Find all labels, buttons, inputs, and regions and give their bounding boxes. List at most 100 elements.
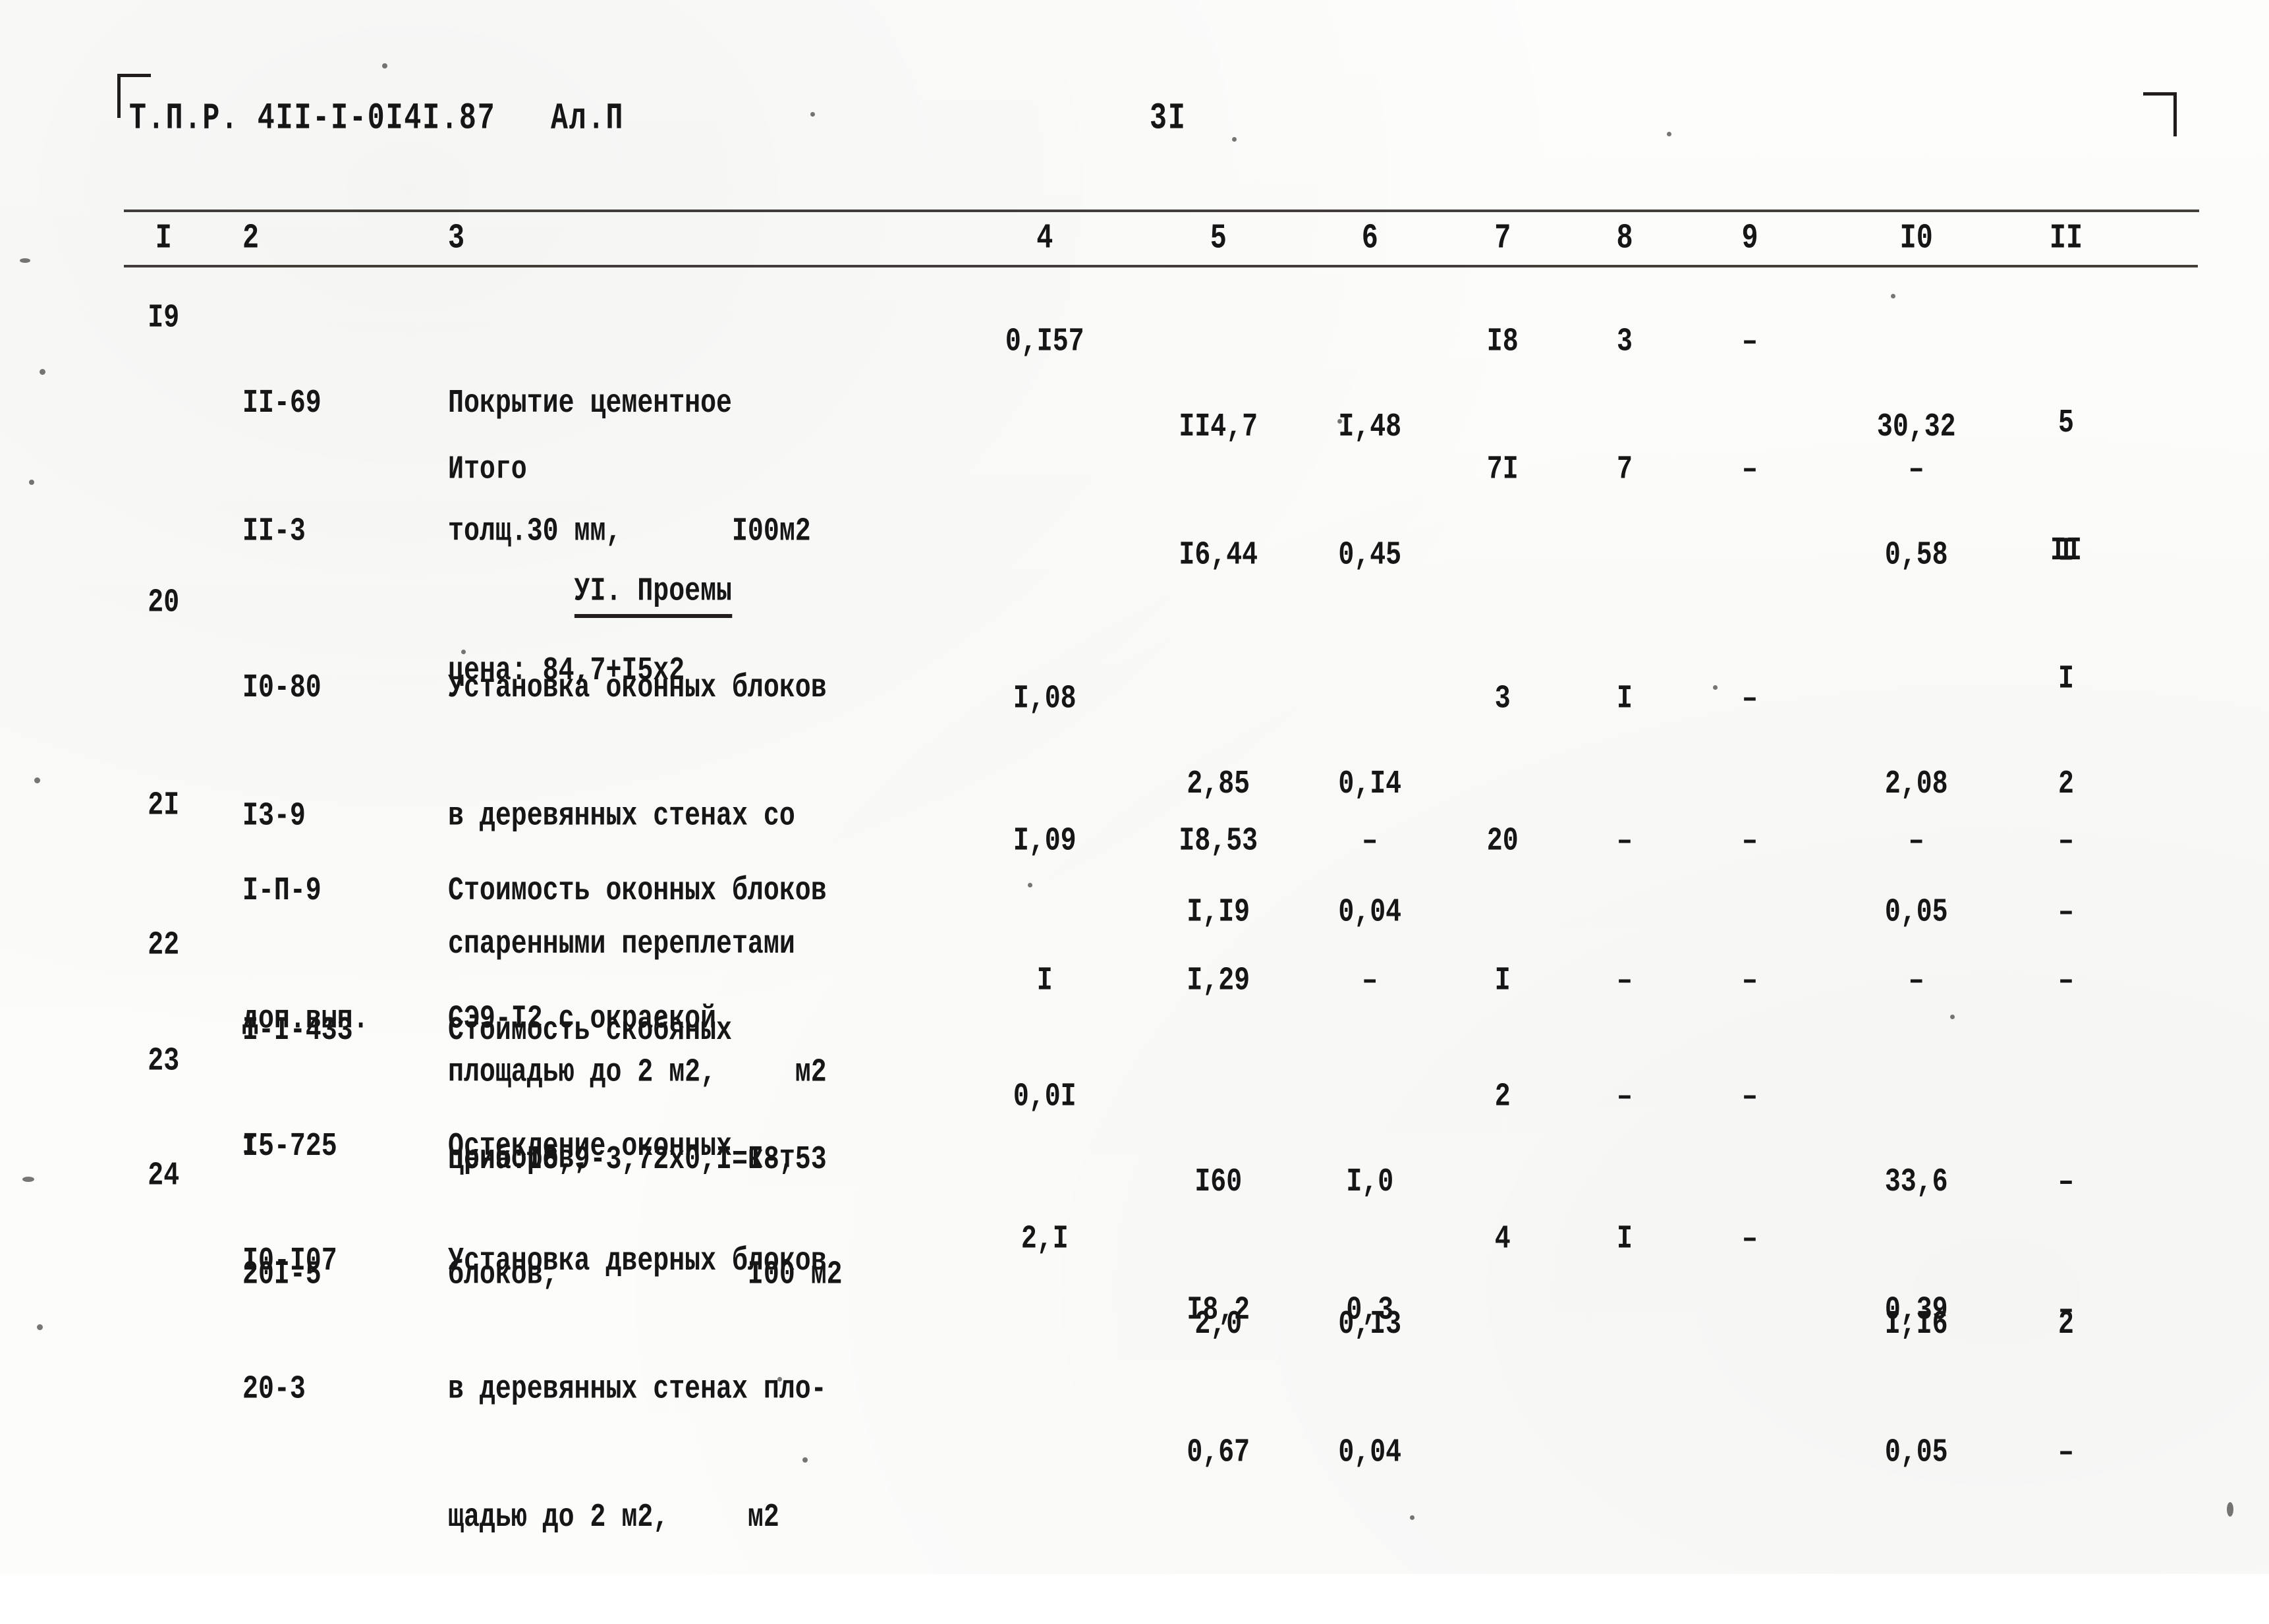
quantity-value: 2,I — [1021, 1219, 1069, 1258]
col10-top: 30,32 — [1876, 408, 1956, 446]
quantity-value: I,08 — [1013, 679, 1077, 718]
scan-speck — [1232, 137, 1237, 142]
col6-top: I,0 — [1346, 1163, 1394, 1201]
norm-code-line-1: I-П-9 — [242, 872, 322, 910]
scan-speck — [20, 258, 30, 263]
col6-top: 0,I3 — [1338, 1305, 1402, 1343]
column-header-7: 7 — [1494, 219, 1511, 259]
col11-top: 2 — [2058, 765, 2074, 803]
col10-bottom: 0,58 — [1884, 536, 1948, 574]
col5-top: I8,53 — [1179, 822, 1258, 860]
quantity-value: I — [1036, 961, 1053, 1000]
column-header-10: I0 — [1899, 219, 1933, 259]
col9-value: – — [1742, 322, 1758, 361]
scan-speck — [1337, 419, 1342, 424]
col7-value: 3 — [1494, 679, 1511, 718]
table-top-rule — [124, 210, 2199, 212]
col8-value: – — [1617, 1077, 1633, 1116]
description-line-1: Установка дверных блоков — [448, 1242, 827, 1280]
scan-speck — [777, 1377, 782, 1382]
col10-values: 30,32 0,58 — [1838, 320, 1995, 661]
col6-values: I,48 0,45 — [1298, 320, 1442, 661]
row-number: 2I — [148, 786, 180, 825]
column-header-6: 6 — [1361, 219, 1378, 259]
column-header-8: 8 — [1616, 219, 1633, 259]
col8-value: – — [1617, 961, 1633, 1000]
norm-code-line-1: I0-I07 — [242, 1242, 337, 1280]
description-line-2: в деревянных стенах пло- — [448, 1370, 827, 1409]
scan-speck — [37, 1324, 43, 1330]
norm-code-line-1: I0-80 — [242, 669, 322, 707]
quantity-value: 0,0I — [1013, 1077, 1077, 1116]
column-header-3: 3 — [448, 219, 465, 259]
col8-value: I — [1617, 679, 1633, 718]
col8-value: I — [1617, 1219, 1633, 1258]
col11-bottom: – — [2058, 1433, 2074, 1472]
norm-code-line-2: 20-3 — [242, 1370, 306, 1409]
description-line-1: Стоимость оконных блоков — [448, 872, 827, 910]
work-description: Установка дверных блоков в деревянных ст… — [448, 1154, 961, 1624]
col7-value: 2 — [1494, 1077, 1511, 1116]
scan-speck — [1891, 294, 1895, 298]
col8-value: 3 — [1617, 322, 1633, 361]
col10-value: – — [1908, 961, 1924, 1000]
col5-top: 2,85 — [1187, 765, 1250, 803]
col5-bottom: I6,44 — [1179, 536, 1258, 574]
col9-value: – — [1742, 1077, 1758, 1116]
column-header-5: 5 — [1210, 219, 1227, 259]
scan-speck — [1028, 883, 1032, 887]
col7-value: I8 — [1486, 322, 1519, 361]
col6-top: – — [1362, 961, 1378, 1000]
row-number: 22 — [148, 926, 180, 965]
col10-top: 33,6 — [1884, 1163, 1948, 1201]
quantity-value: 0,I57 — [1005, 322, 1084, 361]
crop-mark-top-right — [2143, 92, 2177, 136]
scan-speck — [802, 1457, 808, 1463]
col11-bottom: – — [2058, 893, 2074, 932]
col10-bottom: 0,05 — [1884, 1433, 1948, 1472]
col6-bottom: 0,04 — [1338, 893, 1402, 932]
col8-value: – — [1617, 822, 1633, 860]
col5-bottom: 0,67 — [1187, 1433, 1250, 1472]
col6-bottom: 0,04 — [1338, 1433, 1402, 1472]
col7-value: 7I — [1486, 450, 1519, 489]
table-header-rule — [124, 265, 2198, 267]
col6-bottom: 0,45 — [1338, 536, 1402, 574]
col10-values: I,I6 0,05 — [1838, 1218, 1995, 1559]
row-number: 20 — [148, 583, 180, 622]
scan-speck — [382, 63, 387, 69]
description-line-1: Покрытие цементное — [448, 384, 733, 422]
col5-top: I60 — [1194, 1163, 1243, 1201]
norm-code-line-1: II-69 — [242, 384, 322, 422]
col8-value: 7 — [1617, 450, 1633, 489]
col6-top: I,48 — [1338, 408, 1402, 446]
col6-top: – — [1362, 822, 1378, 860]
row-number: 24 — [148, 1156, 180, 1195]
scan-speck — [810, 112, 815, 117]
document-page: Т.П.Р. 4II-I-0I4I.87 Ал.П 3I I 2 3 4 5 6… — [0, 0, 2269, 1574]
scan-speck — [34, 777, 40, 783]
col5-top: II4,7 — [1179, 408, 1258, 446]
col6-values: 0,I3 0,04 — [1298, 1218, 1442, 1559]
scan-speck — [1410, 1515, 1415, 1520]
col11-top: II — [2050, 532, 2082, 570]
row-number: 23 — [148, 1042, 180, 1080]
col10-value: – — [1908, 450, 1924, 489]
scan-speck — [1667, 132, 1671, 136]
scan-speck — [40, 369, 45, 375]
description-line-1: Установка оконных блоков — [448, 669, 827, 707]
column-header-2: 2 — [242, 219, 260, 259]
col7-value: 20 — [1486, 822, 1519, 860]
total-label: Итого — [448, 450, 527, 489]
col5-bottom: I,I9 — [1187, 893, 1250, 932]
scan-speck — [461, 650, 466, 654]
col9-value: – — [1742, 961, 1758, 1000]
column-header-11: II — [2049, 219, 2083, 259]
col9-value: – — [1742, 822, 1758, 860]
column-header-1: I — [155, 219, 172, 259]
col9-value: – — [1742, 679, 1758, 718]
norm-code-line-2: II-3 — [242, 512, 306, 551]
col7-value: I — [1494, 961, 1511, 1000]
col6-top: 0,I4 — [1338, 765, 1402, 803]
col9-value: – — [1742, 1219, 1758, 1258]
